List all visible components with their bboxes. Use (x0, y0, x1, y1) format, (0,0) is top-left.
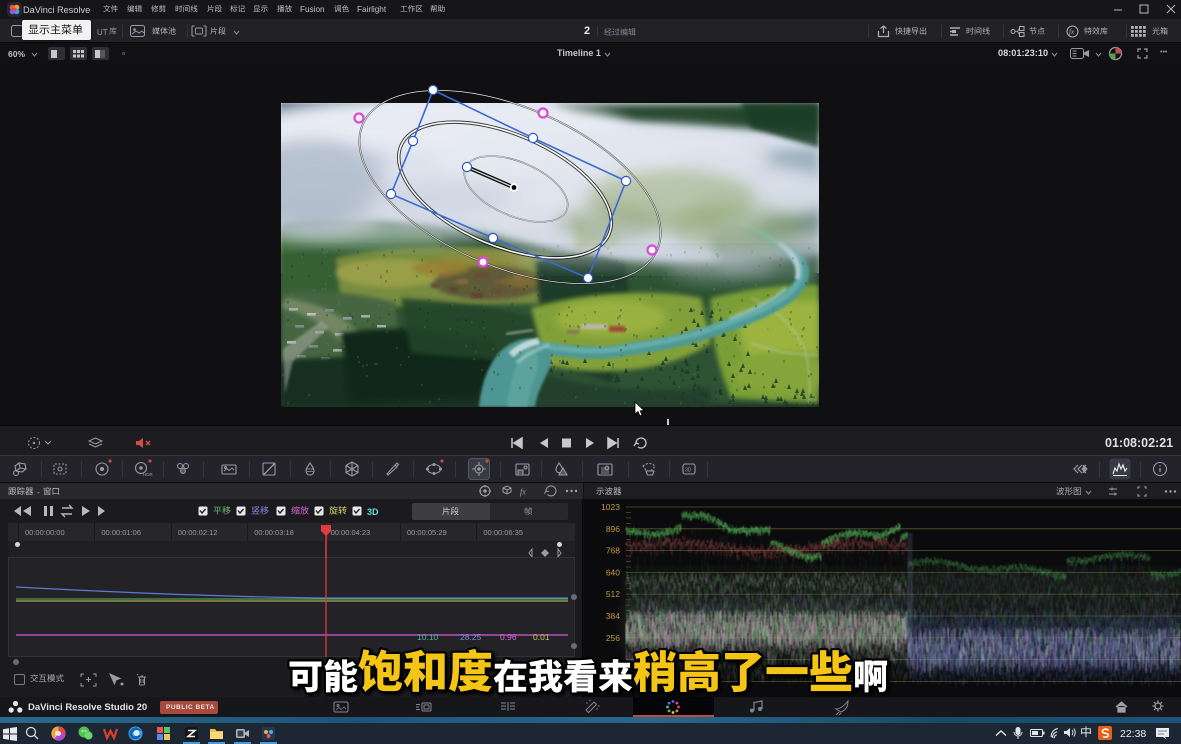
svg-text:384: 384 (606, 611, 620, 621)
svg-text:3D: 3D (685, 468, 692, 474)
svg-text:640: 640 (606, 567, 620, 577)
svg-text:512: 512 (606, 589, 620, 599)
svg-text:HDR: HDR (143, 472, 153, 477)
svg-text:fx: fx (520, 488, 526, 497)
svg-text:768: 768 (606, 546, 620, 556)
svg-text:896: 896 (606, 524, 620, 534)
svg-text:1023: 1023 (601, 502, 620, 512)
svg-text:fx: fx (1069, 28, 1075, 36)
